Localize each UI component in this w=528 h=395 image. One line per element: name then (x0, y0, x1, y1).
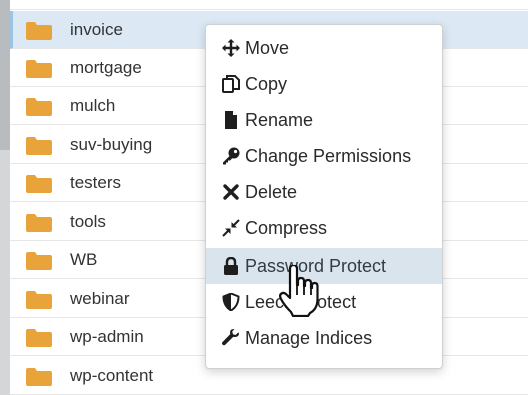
folder-icon (26, 98, 52, 116)
menu-item-copy[interactable]: Copy (206, 66, 442, 102)
menu-item-label: Move (245, 38, 290, 58)
left-scroll-gutter[interactable] (0, 0, 10, 395)
menu-item-password-protect[interactable]: Password Protect (206, 248, 442, 284)
folder-name: mortgage (70, 58, 142, 77)
folder-icon (26, 214, 52, 232)
file-icon (225, 111, 237, 129)
lock-icon (224, 257, 238, 275)
menu-item-rename[interactable]: Rename (206, 102, 442, 138)
copy-icon (222, 75, 240, 93)
folder-name: webinar (70, 289, 130, 308)
menu-item-label: Compress (245, 218, 328, 238)
delete-icon (223, 184, 239, 200)
menu-item-label: Manage Indices (245, 328, 373, 348)
folder-icon (26, 368, 52, 386)
folder-name: tools (70, 212, 106, 231)
menu-item-move[interactable]: Move (206, 30, 442, 66)
scrollbar-thumb[interactable] (0, 0, 10, 150)
folder-name: suv-buying (70, 135, 153, 154)
folder-icon (26, 291, 52, 309)
folder-icon (26, 22, 52, 40)
hand-pointer-icon (279, 265, 319, 317)
folder-icon (26, 137, 52, 155)
move-icon (222, 39, 240, 57)
menu-item-manage-indices[interactable]: Manage Indices (206, 320, 442, 356)
menu-item-compress[interactable]: Compress (206, 210, 442, 246)
menu-item-leech-protect[interactable]: Leech Protect (206, 284, 442, 320)
folder-name: wp-content (70, 366, 154, 385)
wrench-icon (222, 329, 239, 346)
compress-icon (222, 219, 240, 237)
table-row[interactable] (10, 0, 528, 10)
folder-name: invoice (70, 20, 123, 39)
folder-name: wp-admin (70, 327, 144, 346)
folder-icon (26, 175, 52, 193)
menu-item-delete[interactable]: Delete (206, 174, 442, 210)
folder-icon (26, 60, 52, 78)
folder-name: testers (70, 173, 122, 192)
menu-item-label: Delete (245, 182, 298, 202)
folder-name: WB (70, 250, 98, 269)
menu-item-label: Copy (245, 74, 288, 94)
file-manager-screen: invoice mortgage mulch suv-buying tester (0, 0, 528, 395)
context-menu: Move Copy Rename Change Permissions Dele… (205, 24, 443, 369)
folder-icon (26, 329, 52, 347)
folder-name: mulch (70, 96, 116, 115)
menu-item-change-permissions[interactable]: Change Permissions (206, 138, 442, 174)
menu-item-label: Change Permissions (245, 146, 412, 166)
folder-icon (26, 252, 52, 270)
shield-icon (222, 293, 240, 311)
key-icon (223, 147, 240, 165)
menu-item-label: Rename (245, 110, 314, 130)
